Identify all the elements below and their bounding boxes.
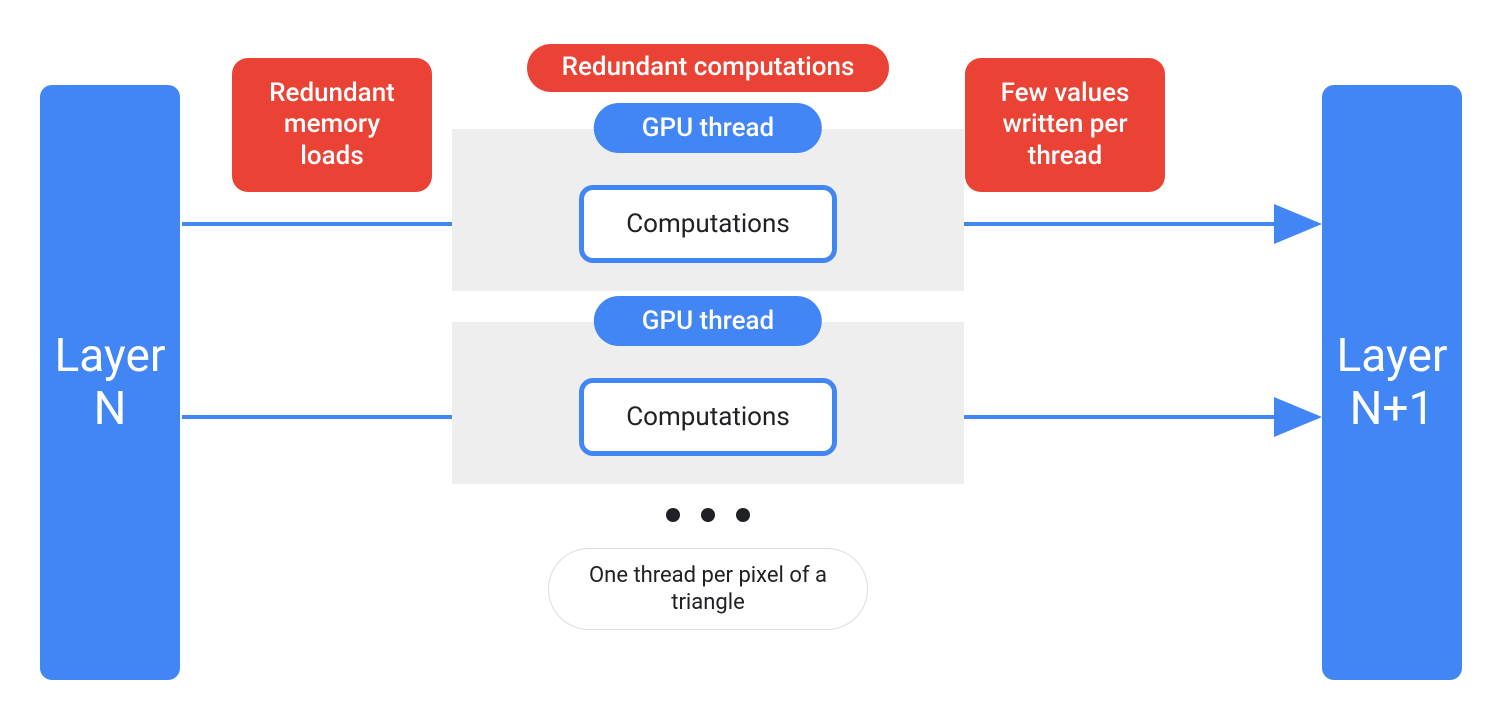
ellipsis-dots	[666, 506, 750, 524]
footer-pill-text: One thread per pixel of a triangle	[573, 562, 843, 617]
layer-n-box: LayerN	[40, 85, 180, 680]
layer-n1-box: LayerN+1	[1322, 85, 1462, 680]
diagram-stage: LayerN LayerN+1 Redundant memory loads R…	[0, 0, 1502, 706]
computations-label-2: Computations	[626, 402, 790, 432]
callout-memory-loads-text: Redundant memory loads	[252, 78, 412, 172]
dot-icon	[666, 508, 680, 522]
footer-pill: One thread per pixel of a triangle	[548, 548, 868, 630]
gpu-thread-pill-1: GPU thread	[594, 103, 822, 153]
gpu-thread-pill-2: GPU thread	[594, 296, 822, 346]
layer-n1-label: LayerN+1	[1337, 330, 1448, 436]
gpu-thread-label-2: GPU thread	[642, 306, 774, 336]
gpu-thread-block-1: GPU thread Computations	[452, 129, 964, 291]
callout-redundant-computations: Redundant computations	[527, 44, 889, 92]
dot-icon	[736, 508, 750, 522]
callout-few-values-text: Few values written per thread	[985, 78, 1145, 172]
callout-redundant-computations-text: Redundant computations	[562, 52, 855, 83]
gpu-thread-block-2: GPU thread Computations	[452, 322, 964, 484]
computations-box-1: Computations	[579, 185, 837, 263]
callout-redundant-memory-loads: Redundant memory loads	[232, 58, 432, 192]
gpu-thread-label-1: GPU thread	[642, 113, 774, 143]
dot-icon	[701, 508, 715, 522]
callout-few-values: Few values written per thread	[965, 58, 1165, 192]
computations-label-1: Computations	[626, 209, 790, 239]
computations-box-2: Computations	[579, 378, 837, 456]
layer-n-label: LayerN	[55, 330, 166, 436]
